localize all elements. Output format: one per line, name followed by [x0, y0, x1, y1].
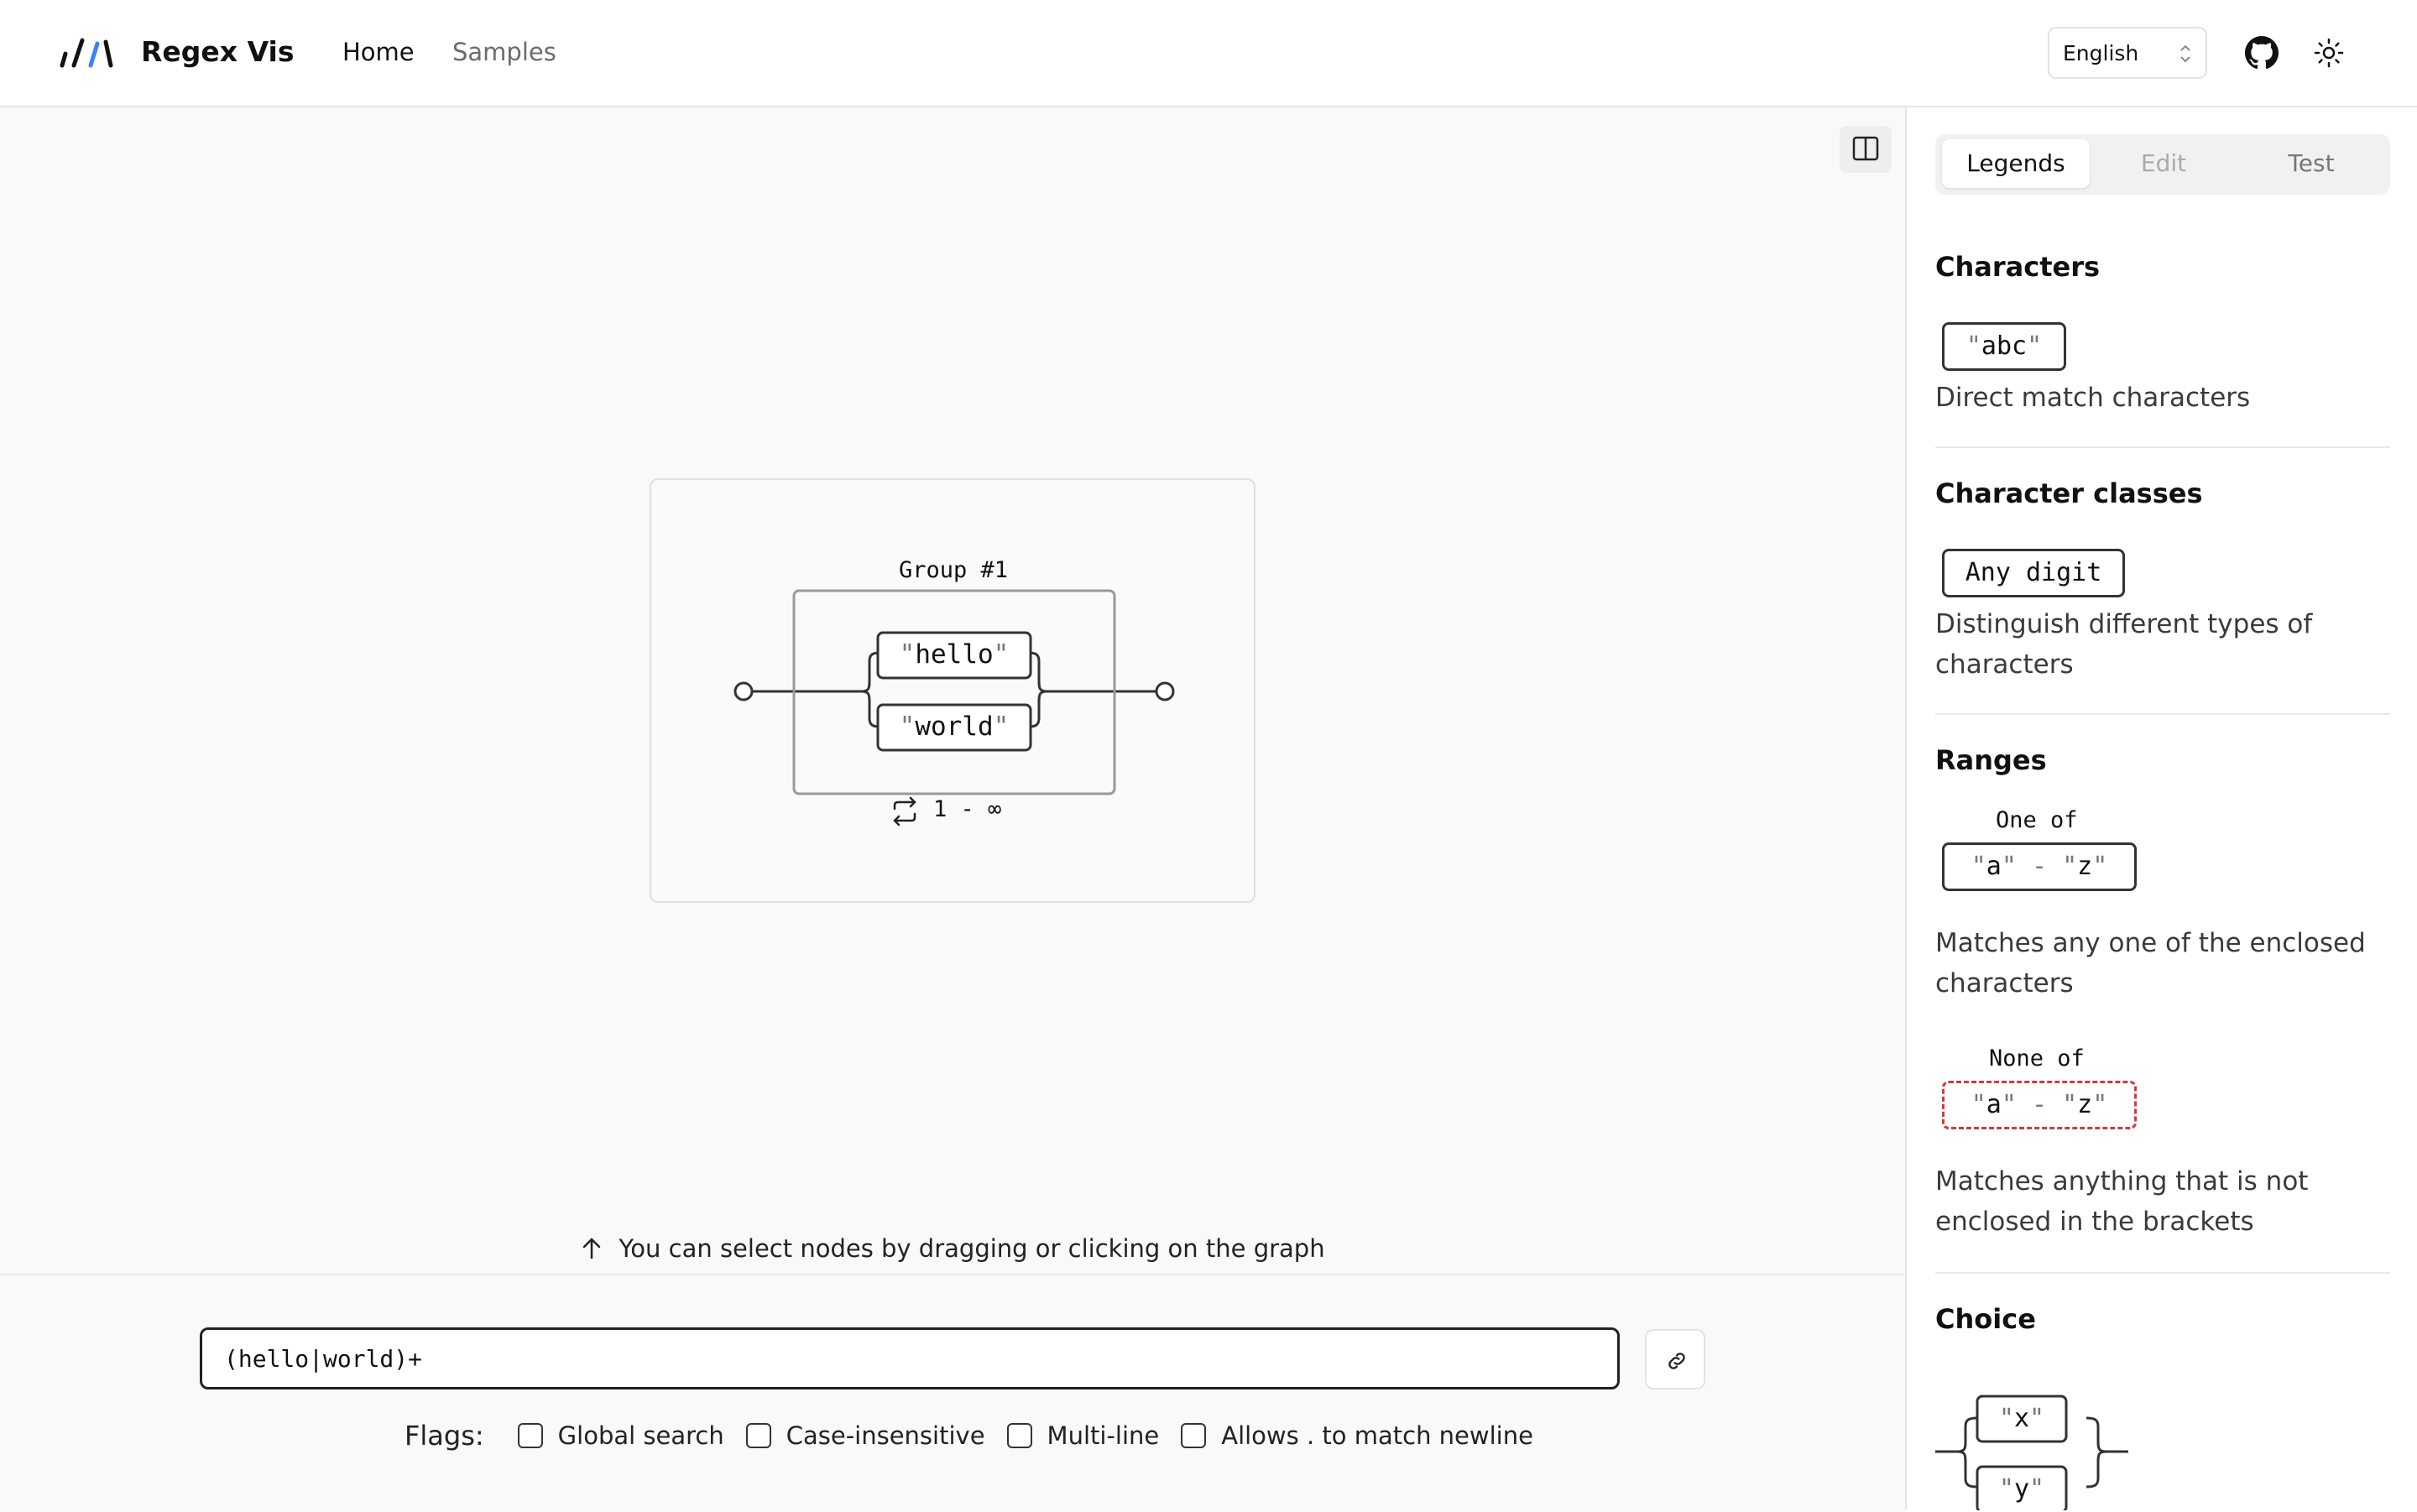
flag-dotall[interactable]: Allows . to match newline [1181, 1421, 1533, 1450]
none-of-desc: Matches anything that is not enclosed in… [1935, 1166, 2309, 1237]
selection-hint-text: You can select nodes by dragging or clic… [619, 1234, 1325, 1263]
one-of-label: One of [1996, 807, 2078, 833]
divider [1935, 1272, 2390, 1274]
svg-text:"hello": "hello" [900, 639, 1010, 670]
tab-edit[interactable]: Edit [2090, 139, 2237, 188]
nav-samples-link[interactable]: Samples [452, 34, 556, 70]
regex-input[interactable] [200, 1327, 1620, 1389]
flags-label: Flags: [405, 1420, 484, 1452]
flag-multiline-checkbox[interactable] [1006, 1423, 1032, 1448]
regex-editor-panel [0, 1274, 1905, 1512]
flag-case-label: Case-insensitive [786, 1421, 985, 1450]
top-navbar: Regex Vis Home Samples English [0, 0, 2417, 107]
arrow-up-icon [583, 1238, 601, 1259]
regex-graph[interactable]: Group #1 "hello" "world" 1 - ∞ [650, 478, 1255, 903]
char-node-hello[interactable]: "hello" [876, 631, 1032, 680]
none-of-label: None of [1989, 1045, 2085, 1071]
ranges-title: Ranges [1935, 744, 2047, 776]
selection-hint: You can select nodes by dragging or clic… [0, 1232, 1905, 1265]
char-node-world[interactable]: "world" [876, 703, 1032, 752]
choice-title: Choice [1935, 1303, 2036, 1335]
divider [1935, 446, 2390, 448]
flag-global-checkbox[interactable] [517, 1423, 543, 1448]
characters-example-node: "abc" [1942, 322, 2066, 371]
language-select[interactable]: English [2048, 27, 2207, 79]
toggle-sidebar-button[interactable] [1840, 126, 1892, 173]
repeat-icon [893, 796, 916, 826]
none-of-range-node: "a" - "z" [1942, 1081, 2137, 1129]
svg-text:"world": "world" [900, 712, 1010, 742]
characters-example-text: abc [1981, 331, 2028, 361]
range-from: a [1986, 1090, 2002, 1119]
range-from: a [1986, 852, 2002, 881]
sidebar-panel-icon [1852, 136, 1879, 161]
classes-title: Character classes [1935, 477, 2203, 509]
characters-title: Characters [1935, 251, 2101, 283]
graph-end-node[interactable] [1155, 681, 1175, 701]
sidebar-tabs: Legends Edit Test [1935, 134, 2390, 195]
one-of-range-node: "a" - "z" [1942, 842, 2137, 891]
range-to: z [2077, 852, 2093, 881]
copy-link-button[interactable] [1645, 1329, 1705, 1389]
app-title[interactable]: Regex Vis [141, 34, 294, 70]
svg-text:"x": "x" [1999, 1404, 2044, 1433]
divider [1935, 713, 2390, 715]
flags-row: Flags: Global search Case-insensitive Mu… [405, 1418, 1555, 1453]
graph-start-node[interactable] [733, 681, 754, 701]
tab-test[interactable]: Test [2237, 139, 2385, 188]
language-select-value: English [2063, 41, 2139, 65]
theme-toggle-sun-icon[interactable] [2312, 36, 2346, 70]
quantifier-label: 1 - ∞ [933, 796, 1001, 822]
one-of-desc: Matches any one of the enclosed characte… [1935, 928, 2366, 998]
svg-text:"y": "y" [1999, 1474, 2044, 1504]
flag-dotall-label: Allows . to match newline [1221, 1421, 1533, 1450]
flag-case-insensitive[interactable]: Case-insensitive [745, 1421, 985, 1450]
github-icon[interactable] [2245, 36, 2279, 70]
legends-sidebar: Legends Edit Test Characters "abc" Direc… [1905, 107, 2417, 1510]
choice-example-diagram: "x" "y" [1935, 1395, 2128, 1510]
nav-home-link[interactable]: Home [342, 34, 415, 70]
flag-global-label: Global search [557, 1421, 724, 1450]
group-label: Group #1 [899, 557, 1008, 583]
link-icon [1668, 1353, 1685, 1369]
flag-multi-line[interactable]: Multi-line [1006, 1421, 1160, 1450]
flag-case-checkbox[interactable] [745, 1423, 771, 1448]
flag-global-search[interactable]: Global search [517, 1421, 724, 1450]
flag-multiline-label: Multi-line [1047, 1421, 1160, 1450]
tab-legends[interactable]: Legends [1942, 139, 2090, 188]
characters-desc: Direct match characters [1935, 383, 2251, 413]
classes-example-node: Any digit [1942, 549, 2125, 597]
range-to: z [2077, 1090, 2093, 1119]
chevron-up-down-icon [2180, 44, 2190, 63]
classes-desc: Distinguish different types of character… [1935, 609, 2313, 680]
regex-vis-logo-icon[interactable] [57, 34, 116, 76]
flag-dotall-checkbox[interactable] [1181, 1423, 1207, 1448]
